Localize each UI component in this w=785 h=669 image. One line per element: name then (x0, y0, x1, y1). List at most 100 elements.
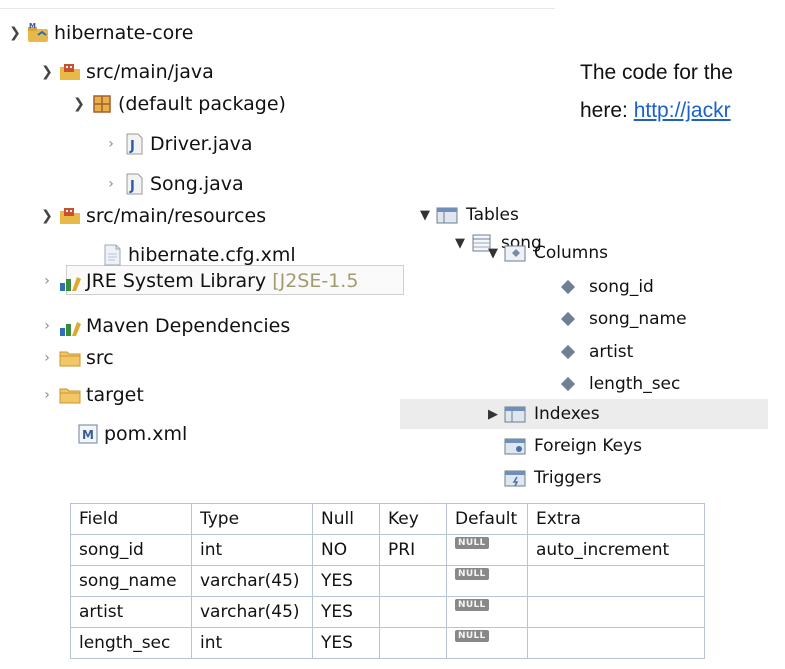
chevron-right-icon[interactable]: › (36, 311, 58, 341)
folder-icon (58, 383, 82, 407)
tree-item-label: src/main/resources (86, 205, 267, 227)
java-file-icon: J (122, 132, 146, 156)
chevron-right-icon[interactable]: › (36, 266, 58, 296)
chevron-down-icon[interactable]: ❯ (36, 201, 58, 231)
table-cell[interactable]: varchar(45) (191, 565, 313, 597)
chevron-right-icon[interactable]: › (36, 380, 58, 410)
triangle-down-icon[interactable]: ▼ (455, 236, 471, 251)
maven-pom-icon: M (76, 422, 100, 446)
tree-item-label: hibernate.cfg.xml (128, 244, 296, 266)
library-icon (58, 314, 82, 338)
null-badge: NULL (455, 537, 489, 549)
chevron-right-icon[interactable]: › (36, 343, 58, 373)
table-cell[interactable]: NULL (446, 627, 528, 659)
table-cell[interactable]: length_sec (70, 627, 192, 659)
chevron-down-icon[interactable]: ❯ (36, 57, 58, 87)
triangle-down-icon[interactable]: ▼ (420, 208, 436, 223)
table-cell[interactable] (379, 565, 447, 597)
schema-column-item[interactable]: song_id (560, 272, 654, 302)
schema-item-label: Tables (466, 205, 519, 225)
maven-project-icon: M (26, 21, 50, 45)
tree-item-decoration: [J2SE-1.5 (272, 270, 359, 292)
table-cell[interactable]: song_name (70, 565, 192, 597)
chevron-down-icon[interactable]: ❯ (68, 89, 90, 119)
table-cell[interactable]: NULL (446, 565, 528, 597)
table-row[interactable]: song_id int NO PRI NULL auto_increment (70, 534, 705, 566)
table-cell[interactable]: varchar(45) (191, 596, 313, 628)
table-cell[interactable]: auto_increment (527, 534, 705, 566)
table-cell[interactable]: YES (312, 596, 380, 628)
table-cell[interactable] (527, 596, 705, 628)
tree-item-label: target (86, 384, 144, 406)
tree-item-src-main-java[interactable]: ❯ src/main/java (36, 57, 214, 87)
column-header[interactable]: Null (312, 503, 380, 535)
table-header-row: Field Type Null Key Default Extra (70, 503, 705, 535)
tree-item-label: src (86, 347, 114, 369)
table-cell[interactable] (527, 627, 705, 659)
table-cell[interactable] (527, 565, 705, 597)
table-cell[interactable]: int (191, 534, 313, 566)
chevron-down-icon[interactable]: ❯ (4, 18, 26, 48)
table-cell[interactable]: YES (312, 627, 380, 659)
chevron-right-icon[interactable]: › (100, 129, 122, 159)
table-cell[interactable]: NULL (446, 596, 528, 628)
schema-item-label: Columns (534, 243, 608, 263)
table-row[interactable]: length_sec int YES NULL (70, 627, 705, 659)
tree-item-src-main-resources[interactable]: ❯ src/main/resources (36, 201, 266, 231)
column-header[interactable]: Key (379, 503, 447, 535)
table-row[interactable]: artist varchar(45) YES NULL (70, 596, 705, 628)
table-cell[interactable]: NULL (446, 534, 528, 566)
xml-file-icon (100, 243, 124, 267)
schema-column-item[interactable]: length_sec (560, 369, 681, 399)
tree-item-song-java[interactable]: › J Song.java (100, 169, 244, 199)
table-cell[interactable]: PRI (379, 534, 447, 566)
schema-column-label: song_id (589, 277, 654, 297)
column-header[interactable]: Default (446, 503, 528, 535)
tree-item-src[interactable]: › src (36, 343, 114, 373)
divider (0, 8, 555, 9)
table-cell[interactable]: song_id (70, 534, 192, 566)
table-cell[interactable] (379, 627, 447, 659)
triangle-right-icon[interactable]: ▶ (488, 407, 504, 422)
tree-item-label: Driver.java (150, 133, 253, 155)
triggers-icon (504, 470, 526, 487)
table-cell[interactable]: int (191, 627, 313, 659)
schema-column-label: song_name (589, 309, 687, 329)
tree-item-label: Song.java (150, 173, 244, 195)
column-header[interactable]: Type (191, 503, 313, 535)
schema-column-label: length_sec (589, 374, 681, 394)
schema-item-triggers[interactable]: Triggers (504, 463, 602, 493)
tree-item-default-package[interactable]: ❯ (default package) (68, 89, 286, 119)
chevron-right-icon[interactable]: › (100, 169, 122, 199)
describe-result-table: Field Type Null Key Default Extra song_i… (70, 503, 705, 659)
schema-column-item[interactable]: artist (560, 337, 633, 367)
schema-item-columns[interactable]: ▼ Columns (488, 238, 608, 268)
tree-item-driver-java[interactable]: › J Driver.java (100, 129, 253, 159)
tree-item-maven-dependencies[interactable]: › Maven Dependencies (36, 311, 290, 341)
column-header[interactable]: Extra (527, 503, 705, 535)
column-header[interactable]: Field (70, 503, 192, 535)
article-link[interactable]: http://jackr (634, 99, 731, 122)
schema-item-foreign-keys[interactable]: Foreign Keys (504, 431, 642, 461)
table-cell[interactable]: NO (312, 534, 380, 566)
tree-item-target[interactable]: › target (36, 380, 144, 410)
foreign-keys-icon (504, 438, 526, 455)
schema-item-tables[interactable]: ▼ Tables (420, 200, 519, 230)
schema-item-indexes[interactable]: ▶ Indexes (488, 399, 600, 429)
schema-column-item[interactable]: song_name (560, 304, 687, 334)
table-cell[interactable]: artist (70, 596, 192, 628)
folder-icon (58, 346, 82, 370)
triangle-down-icon[interactable]: ▼ (488, 246, 504, 261)
tree-item-jre-library[interactable]: › JRE System Library [J2SE-1.5 (36, 266, 358, 296)
column-icon (560, 376, 576, 392)
tree-item-hibernate-core[interactable]: ❯ M hibernate-core (4, 18, 193, 48)
table-cell[interactable] (379, 596, 447, 628)
column-icon (560, 279, 576, 295)
tree-item-label: (default package) (118, 93, 286, 115)
tables-folder-icon (436, 207, 458, 224)
table-cell[interactable]: YES (312, 565, 380, 597)
tree-item-pom[interactable]: M pom.xml (76, 419, 187, 449)
null-badge: NULL (455, 630, 489, 642)
schema-item-label: Indexes (534, 404, 600, 424)
table-row[interactable]: song_name varchar(45) YES NULL (70, 565, 705, 597)
